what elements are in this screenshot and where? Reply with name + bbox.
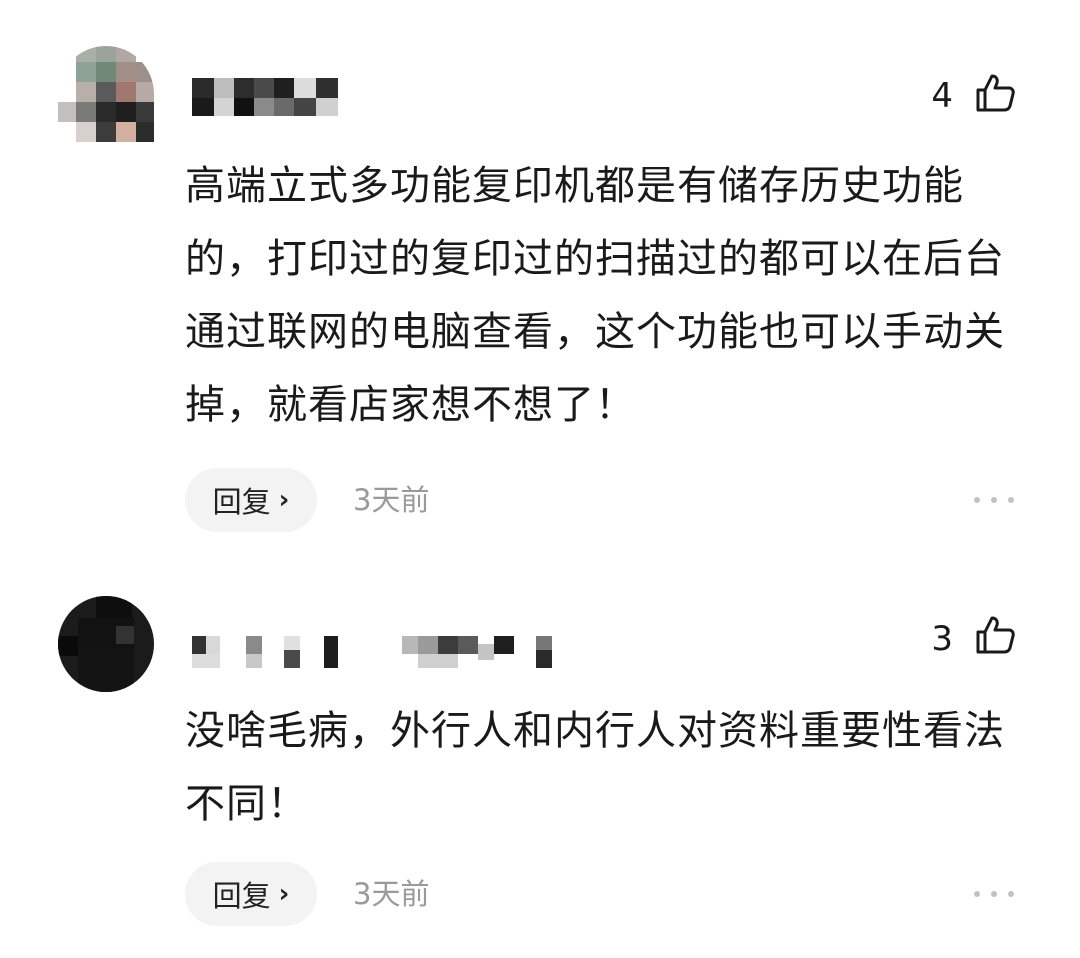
avatar[interactable]: [58, 596, 154, 692]
comment-time: 3天前: [353, 877, 430, 911]
like-count: 3: [931, 619, 953, 659]
more-dots-icon[interactable]: [974, 862, 1014, 926]
thumbs-up-icon[interactable]: [974, 614, 1016, 656]
username-redacted[interactable]: [192, 636, 557, 676]
reply-button[interactable]: 回复 ›: [185, 862, 317, 926]
chevron-right-icon: ›: [278, 879, 290, 909]
comment-item: 3 没啥毛病，外行人和内行人对资料重要性看法不同！ 回复 › 3天前: [0, 0, 1080, 958]
reply-label: 回复: [212, 879, 271, 913]
comment-text: 没啥毛病，外行人和内行人对资料重要性看法不同！: [185, 708, 1005, 827]
